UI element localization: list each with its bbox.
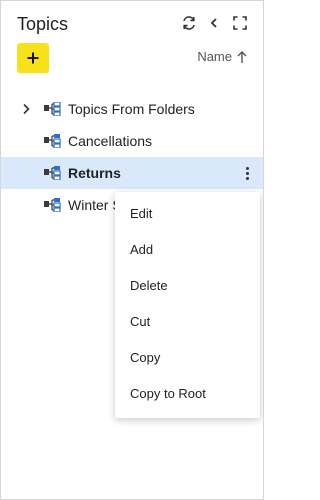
more-options-icon[interactable] [239, 163, 255, 183]
tree-item-returns[interactable]: Returns [1, 157, 263, 189]
arrow-up-icon [237, 50, 247, 63]
tree-item-label: Winter S [68, 197, 122, 213]
menu-item-copy-to-root[interactable]: Copy to Root [115, 376, 260, 412]
chevron-right-icon[interactable] [19, 101, 33, 117]
context-menu: Edit Add Delete Cut Copy Copy to Root [115, 192, 260, 418]
topic-hierarchy-icon [44, 102, 61, 116]
menu-item-cut[interactable]: Cut [115, 304, 260, 340]
tree-item-cancellations[interactable]: Cancellations [1, 125, 263, 157]
tree-item-label: Topics From Folders [68, 101, 195, 117]
tree-item-label: Returns [68, 165, 121, 181]
sort-by-name-button[interactable]: Name [197, 49, 248, 64]
tree-item-topics-from-folders[interactable]: Topics From Folders [1, 93, 263, 125]
topic-icon [44, 134, 61, 148]
menu-item-delete[interactable]: Delete [115, 268, 260, 304]
collapse-left-icon[interactable] [204, 13, 224, 33]
panel-title: Topics [17, 14, 69, 34]
topics-panel: Topics Name Topics From Folders Cancella… [0, 0, 264, 500]
sort-label: Name [197, 49, 232, 64]
tree-item-label: Cancellations [68, 133, 153, 149]
plus-icon [27, 52, 39, 64]
menu-item-copy[interactable]: Copy [115, 340, 260, 376]
menu-item-edit[interactable]: Edit [115, 196, 260, 232]
add-topic-button[interactable] [17, 43, 49, 73]
expand-icon[interactable] [230, 13, 250, 33]
menu-item-add[interactable]: Add [115, 232, 260, 268]
topic-icon [44, 166, 61, 180]
refresh-icon[interactable] [179, 13, 199, 33]
topic-icon [44, 198, 61, 212]
